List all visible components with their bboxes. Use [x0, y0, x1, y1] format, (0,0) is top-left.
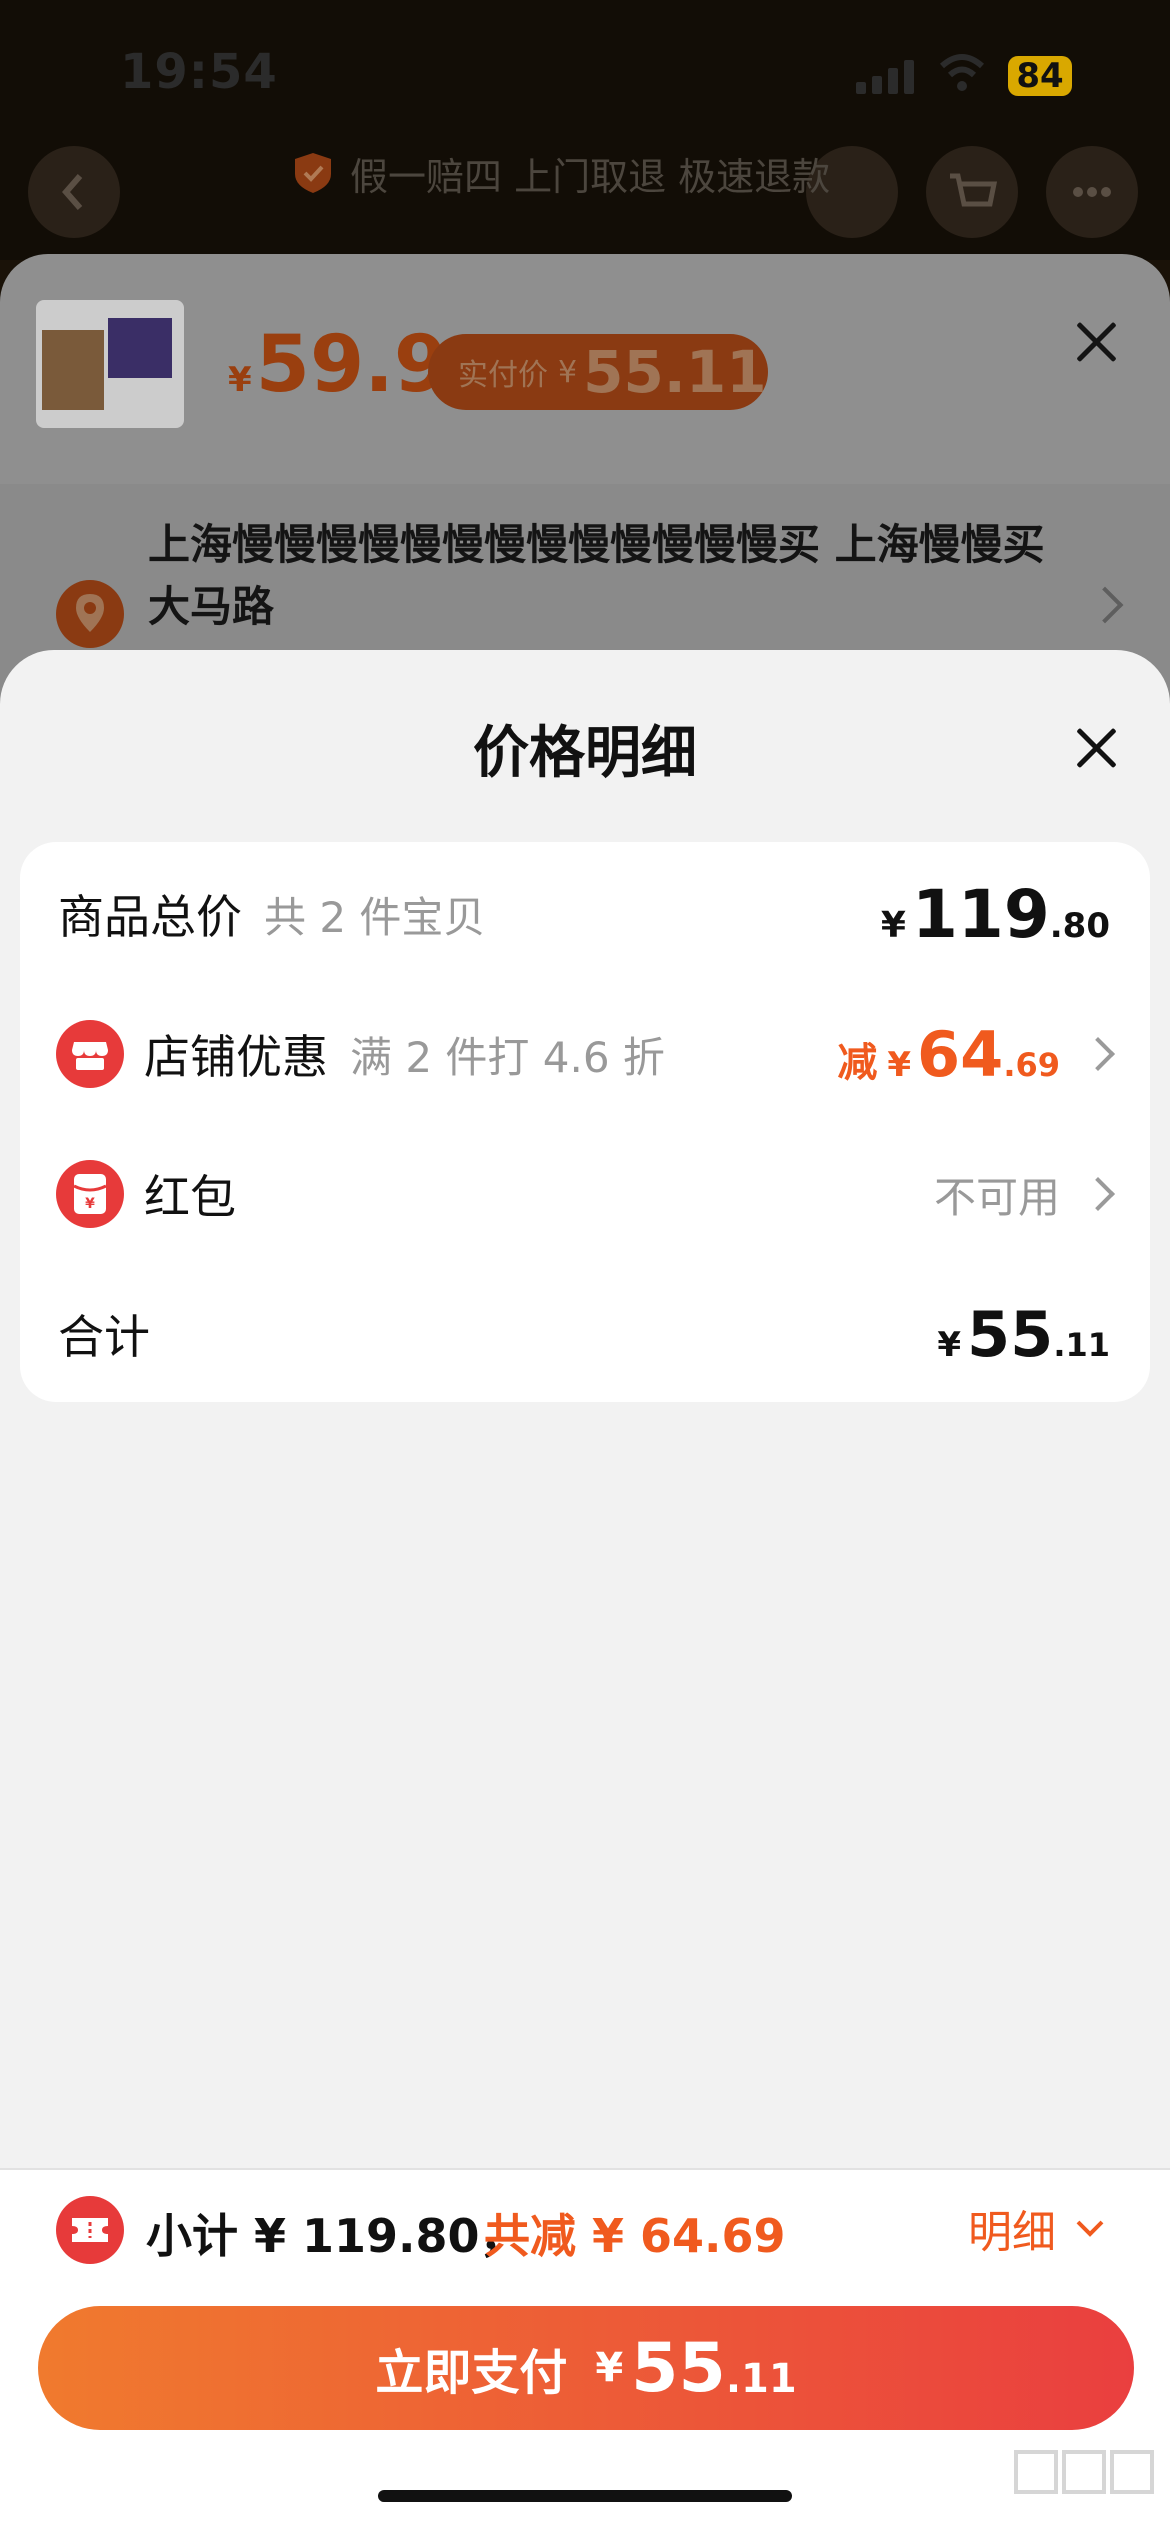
guarantee-banner: 假一赔四 上门取退 极速退款 [290, 148, 831, 199]
watermark-logo [1014, 2450, 1154, 2494]
status-time: 19:54 [120, 44, 278, 100]
shop-discount-rule: 满 2 件打 4.6 折 [350, 1032, 665, 1082]
delivery-address: 上海慢慢慢慢慢慢慢慢慢慢慢慢慢买 上海慢慢买大马路 [148, 520, 1045, 631]
sum-label: 合计 [58, 1310, 150, 1364]
more-button[interactable] [1046, 146, 1138, 238]
sum-amount: ¥ 55 .11 [937, 1297, 1110, 1371]
red-packet-icon: ¥ [56, 1160, 124, 1228]
more-icon [1073, 187, 1111, 197]
row-sum: 合计 ¥ 55 .11 [20, 1264, 1150, 1404]
sheet-title: 价格明细 [473, 721, 697, 786]
actual-price-badge: 实付价 ¥ 55.11 [428, 334, 768, 410]
shop-discount-amount: 减 ¥ 64 .69 [837, 1018, 1115, 1091]
shield-icon [295, 153, 331, 193]
close-icon[interactable] [1074, 726, 1118, 770]
product-price: ¥59.9 [228, 320, 449, 410]
chevron-down-icon [1076, 2220, 1104, 2237]
location-pin-icon [56, 580, 124, 648]
cart-icon [950, 173, 998, 207]
coupon-icon [56, 2196, 124, 2264]
subtotal-text: 小计 ¥ 119.80， [146, 2209, 526, 2263]
pay-now-button[interactable]: 立即支付 ¥ 55 .11 [38, 2306, 1134, 2430]
chevron-right-icon [1081, 1177, 1115, 1211]
home-indicator [378, 2490, 792, 2502]
battery-indicator: 84 [1008, 56, 1072, 96]
close-product-sheet-icon[interactable] [1074, 320, 1118, 364]
back-arrow-icon [62, 174, 83, 210]
wifi-icon [939, 54, 985, 91]
chevron-right-icon [1081, 1037, 1115, 1071]
shop-icon [56, 1020, 124, 1088]
row-total-price: 商品总价 共 2 件宝贝 ¥ 119 .80 [20, 844, 1150, 984]
red-packet-label: 红包 [144, 1170, 236, 1224]
red-packet-status: 不可用 [934, 1164, 1115, 1225]
item-count: 共 2 件宝贝 [264, 892, 486, 942]
guarantee-text: 假一赔四 上门取退 极速退款 [350, 154, 831, 199]
cart-button[interactable] [926, 146, 1018, 238]
pay-button-label: 立即支付 [375, 2345, 568, 2401]
signal-icon [856, 60, 918, 94]
pay-button-amount: 55 [631, 2328, 726, 2408]
row-shop-discount[interactable]: 店铺优惠 满 2 件打 4.6 折 减 ¥ 64 .69 [20, 984, 1150, 1124]
detail-toggle-label: 明细 [968, 2207, 1056, 2258]
row-red-packet[interactable]: ¥ 红包 不可用 [20, 1124, 1150, 1264]
total-discount-text: 共减 ¥ 64.69 [484, 2209, 786, 2263]
total-amount: ¥ 119 .80 [880, 875, 1110, 953]
svg-text:¥: ¥ [85, 1196, 95, 1212]
status-bar: 19:54 84 [0, 0, 1170, 150]
total-label: 商品总价 [58, 890, 242, 944]
shop-discount-label: 店铺优惠 [144, 1030, 328, 1084]
back-button[interactable] [28, 146, 120, 238]
detail-toggle[interactable]: 明细 [968, 2196, 1110, 2260]
product-thumbnail [36, 300, 184, 428]
